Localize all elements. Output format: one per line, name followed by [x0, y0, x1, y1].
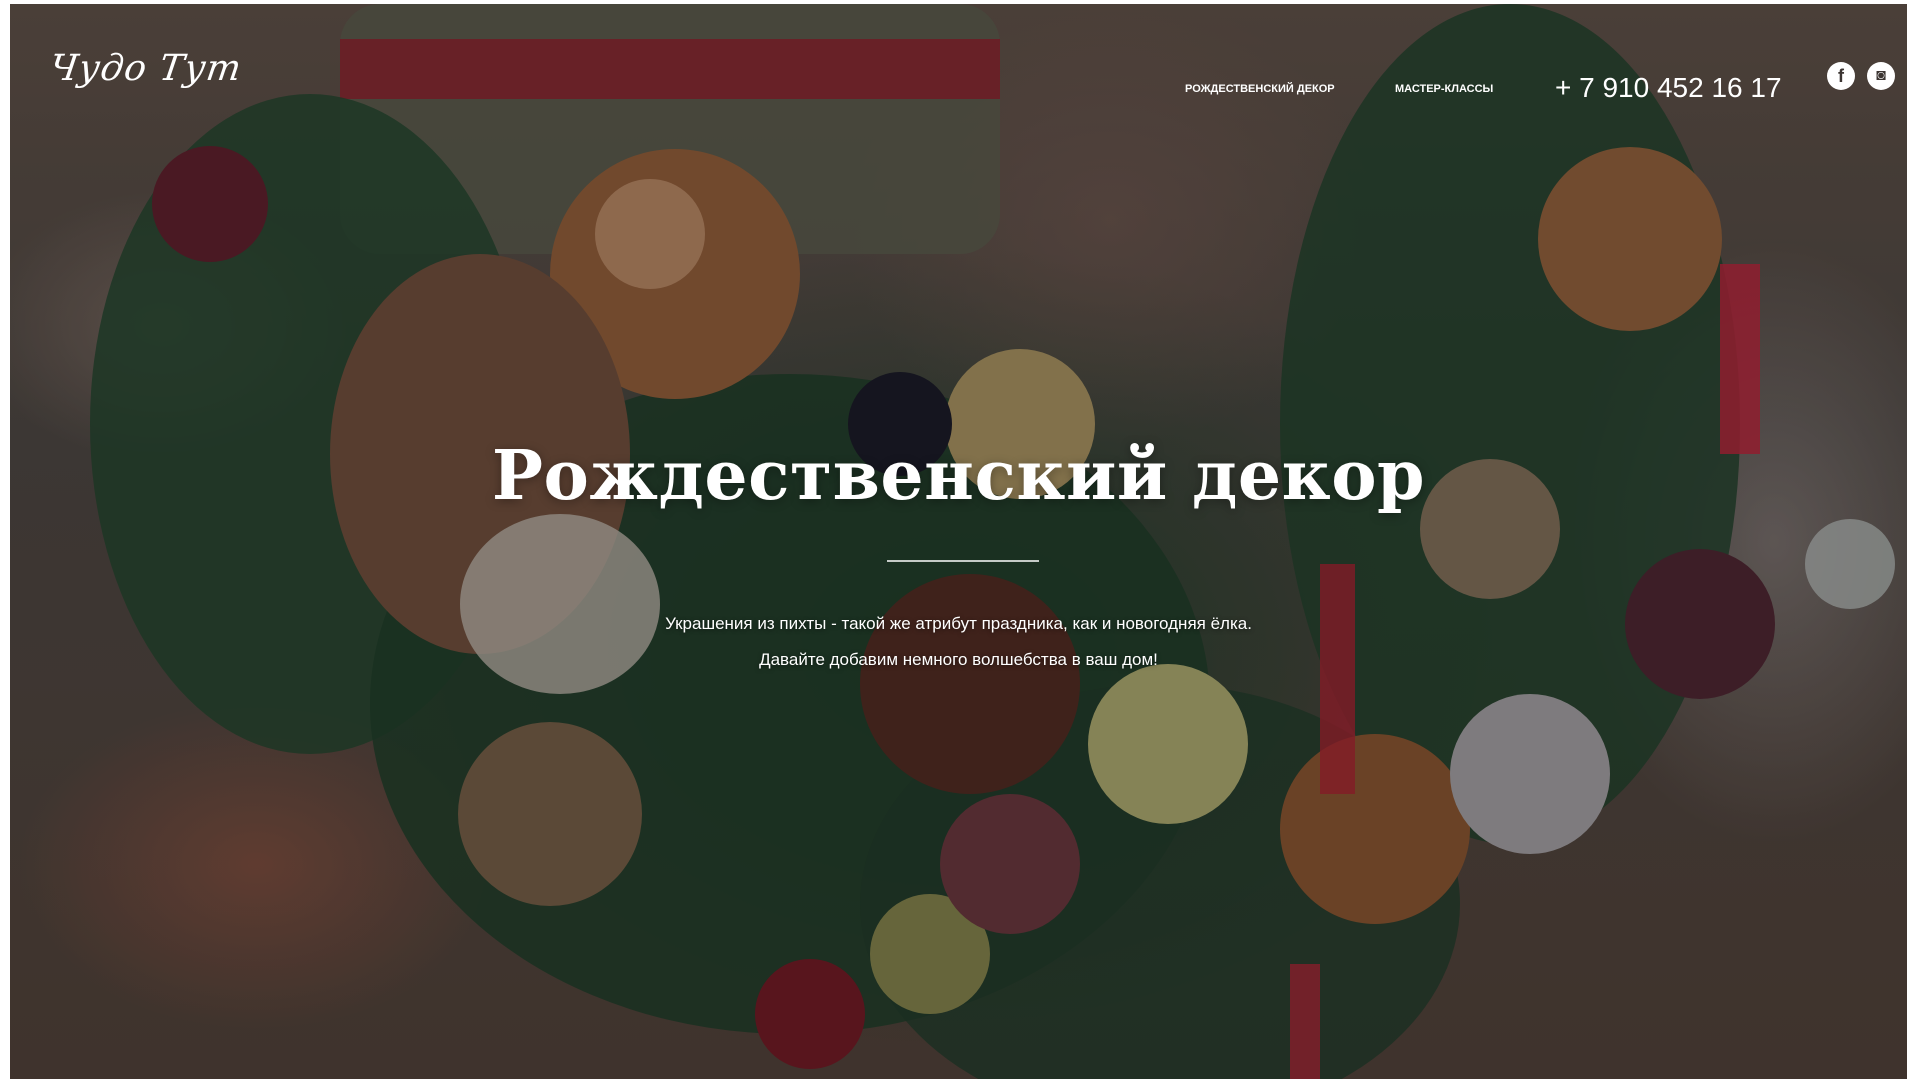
hero-title: Рождественский декор	[491, 436, 1426, 516]
nav-link-master-classes[interactable]: Мастер-классы	[1395, 83, 1493, 95]
hero-section: Чудо Тут Рождественский декор Мастер-кла…	[10, 4, 1907, 1079]
facebook-icon: f	[1838, 66, 1844, 86]
nav-link-christmas-decor[interactable]: Рождественский декор	[1185, 83, 1335, 95]
hero-divider	[887, 560, 1039, 562]
hero-overlay	[10, 4, 1907, 1079]
site-logo[interactable]: Чудо Тут	[47, 48, 244, 89]
hero-subtitle-line-1: Украшения из пихты - такой же атрибут пр…	[665, 614, 1252, 633]
phone-number[interactable]: + 7 910 452 16 17	[1555, 72, 1782, 104]
hero-subtitle-line-2: Давайте добавим немного волшебства в ваш…	[759, 650, 1158, 669]
instagram-button[interactable]: ◙	[1867, 62, 1895, 90]
instagram-icon: ◙	[1876, 67, 1886, 84]
facebook-button[interactable]: f	[1827, 62, 1855, 90]
